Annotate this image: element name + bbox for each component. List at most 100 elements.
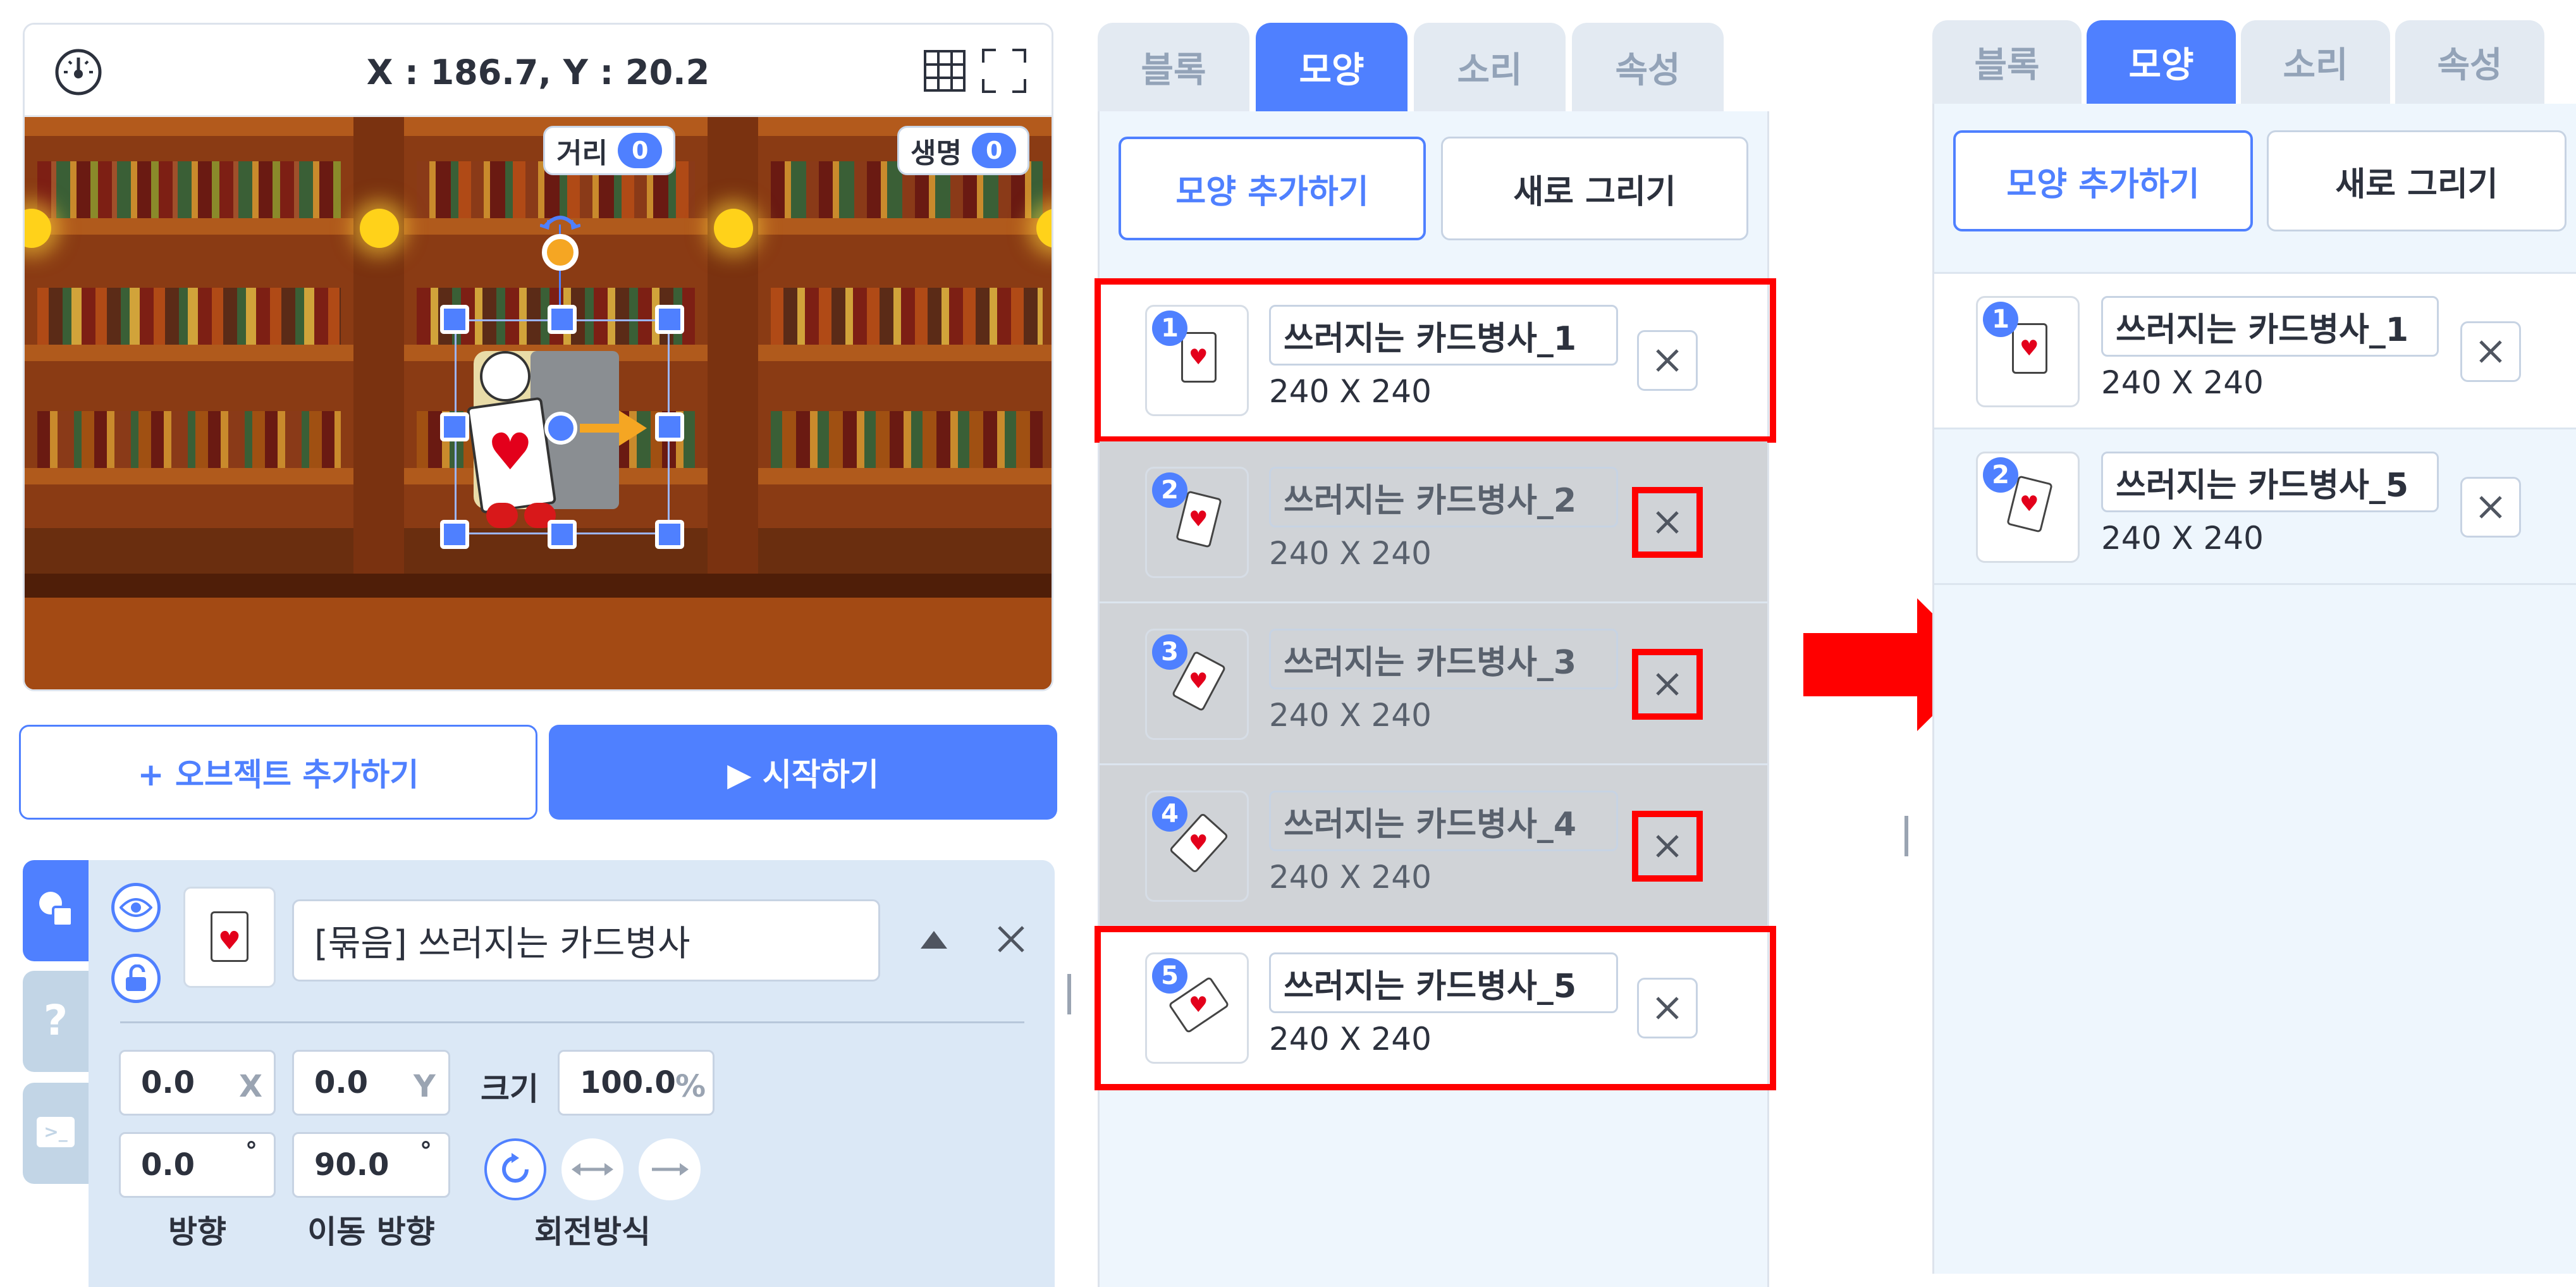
shapes-list-area: 모양 추가하기 새로 그리기 ♥ 1 쓰러지는 카드병사_1 240 X 240 ♥ 2 쓰… <box>1932 104 2576 1274</box>
start-button[interactable]: ▶ 시작하기 <box>549 725 1057 820</box>
shape-dimensions: 240 X 240 <box>2101 364 2264 401</box>
direction-arrow-icon[interactable] <box>580 408 649 448</box>
new-drawing-button[interactable]: 새로 그리기 <box>1441 137 1748 240</box>
stage-toolbar: X : 186.7, Y : 20.2 <box>25 25 1052 117</box>
tab-help[interactable]: ? <box>23 971 89 1072</box>
tab-sounds[interactable]: 소리 <box>2241 20 2390 104</box>
delete-shape-button[interactable] <box>2460 477 2521 538</box>
tab-blocks[interactable]: 블록 <box>1932 20 2082 104</box>
shape-item[interactable]: ♥ 1 쓰러지는 카드병사_1 240 X 240 <box>1934 274 2576 429</box>
y-unit: Y <box>414 1069 436 1104</box>
pillar <box>708 117 758 598</box>
bookshelf <box>25 136 353 528</box>
eye-icon <box>120 898 152 917</box>
shape-number-badge: 1 <box>1983 302 2018 337</box>
new-drawing-button[interactable]: 새로 그리기 <box>2267 130 2567 231</box>
delete-shape-button[interactable] <box>2460 321 2521 382</box>
floor <box>25 598 1052 689</box>
tab-objects[interactable] <box>23 860 89 961</box>
panel-resize-handle[interactable] <box>1904 816 1908 856</box>
shape-dimensions: 240 X 240 <box>2101 520 2264 557</box>
resize-handle[interactable] <box>655 305 684 334</box>
object-panel: ♥ [묶음] 쓰러지는 카드병사 0.0 X 0.0 Y 크기 100.0 % … <box>89 860 1055 1287</box>
tab-console[interactable]: >_ <box>23 1083 89 1184</box>
stage-canvas[interactable]: 거리 0 생명 0 ♥ <box>25 117 1052 689</box>
shapes-list-area: 모양 추가하기 새로 그리기 ♥ 1 쓰러지는 카드병사_1 240 X 240 ♥ 2 쓰… <box>1095 111 1776 1287</box>
resize-handle[interactable] <box>440 305 469 334</box>
add-shape-button[interactable]: 모양 추가하기 <box>1953 130 2253 231</box>
object-name-input[interactable]: [묶음] 쓰러지는 카드병사 <box>292 899 880 982</box>
move-direction-label: 이동 방향 <box>307 1214 435 1250</box>
rotate-free-icon <box>502 1153 529 1183</box>
resize-handle[interactable] <box>655 412 684 441</box>
shape-item[interactable]: ♥ 2 쓰러지는 카드병사_5 240 X 240 <box>1934 429 2576 585</box>
unlock-icon <box>126 964 146 991</box>
x-unit: X <box>239 1069 263 1104</box>
rotation-mode-label: 회전방식 <box>534 1214 651 1250</box>
shape-thumbnail: ♥ 1 <box>1976 296 2080 407</box>
rotate-arrow-icon <box>540 216 580 230</box>
add-object-button[interactable]: + 오브젝트 추가하기 <box>19 725 537 820</box>
close-icon[interactable] <box>995 923 1027 955</box>
degree-unit: ° <box>420 1137 432 1165</box>
center-point[interactable] <box>544 412 577 445</box>
degree-unit: ° <box>245 1137 257 1165</box>
shape-name-input[interactable]: 쓰러지는 카드병사_1 <box>2101 296 2439 357</box>
shape-number-badge: 2 <box>1983 457 2018 493</box>
rotation-mode-horizontal[interactable] <box>561 1138 623 1200</box>
shape-thumbnail: ♥ 2 <box>1976 452 2080 563</box>
highlight-box <box>1632 487 1703 558</box>
shape-name-input[interactable]: 쓰러지는 카드병사_2 <box>1269 467 1618 527</box>
console-icon: >_ <box>37 1117 75 1147</box>
shape-name-input[interactable]: 쓰러지는 카드병사_5 <box>2101 452 2439 512</box>
shape-name-input[interactable]: 쓰러지는 카드병사_4 <box>1269 791 1618 851</box>
grid-icon[interactable] <box>923 49 967 93</box>
lamp <box>360 209 399 248</box>
shape-number-badge: 2 <box>1152 472 1187 508</box>
shape-thumbnail: ♥ 2 <box>1145 467 1249 578</box>
tab-properties[interactable]: 속성 <box>1572 23 1724 111</box>
add-shape-button[interactable]: 모양 추가하기 <box>1119 137 1426 240</box>
lamp <box>714 209 753 248</box>
direction-label: 방향 <box>168 1214 226 1250</box>
tab-shapes[interactable]: 모양 <box>1256 23 1408 111</box>
rotation-mode-none[interactable] <box>639 1138 701 1200</box>
shape-thumbnail: ♥ 4 <box>1145 791 1249 902</box>
panel-resize-handle[interactable] <box>1067 974 1071 1014</box>
mouse-coordinates: X : 186.7, Y : 20.2 <box>366 52 710 92</box>
collapse-up-icon[interactable] <box>918 928 950 951</box>
lock-toggle[interactable] <box>111 954 161 1003</box>
rotation-mode-free[interactable] <box>484 1138 546 1200</box>
size-label: 크기 <box>481 1071 539 1107</box>
tab-properties[interactable]: 속성 <box>2395 20 2544 104</box>
bookshelf <box>758 136 1052 528</box>
resize-handle[interactable] <box>440 520 469 549</box>
resize-handle[interactable] <box>440 412 469 441</box>
visibility-toggle[interactable] <box>111 883 161 932</box>
size-unit: % <box>675 1069 706 1104</box>
arrow-right-icon <box>652 1163 689 1176</box>
object-thumbnail: ♥ <box>183 887 276 988</box>
tab-shapes[interactable]: 모양 <box>2087 20 2236 104</box>
tab-sounds[interactable]: 소리 <box>1414 23 1566 111</box>
resize-handle[interactable] <box>655 520 684 549</box>
close-icon <box>2479 496 2502 519</box>
highlight-box <box>1095 278 1776 443</box>
help-icon: ? <box>43 996 68 1045</box>
highlight-box <box>1632 811 1703 882</box>
shape-name-input[interactable]: 쓰러지는 카드병사_3 <box>1269 629 1618 689</box>
variable-distance: 거리 0 <box>543 126 676 175</box>
shapes-panel-before: 블록 모양 소리 속성 모양 추가하기 새로 그리기 ♥ 1 쓰러지는 카드병사_1… <box>1095 23 1776 1287</box>
stage-panel: X : 186.7, Y : 20.2 거리 0 생명 0 ♥ <box>23 23 1053 691</box>
shape-dimensions: 240 X 240 <box>1269 535 1432 572</box>
resize-handle[interactable] <box>548 520 577 549</box>
variable-life: 생명 0 <box>897 126 1030 175</box>
tab-blocks[interactable]: 블록 <box>1098 23 1249 111</box>
shape-number-badge: 4 <box>1152 796 1187 832</box>
shape-dimensions: 240 X 240 <box>1269 859 1432 896</box>
shapes-panel-after: 블록 모양 소리 속성 모양 추가하기 새로 그리기 ♥ 1 쓰러지는 카드병사_1… <box>1932 20 2576 1287</box>
resize-handle[interactable] <box>548 305 577 334</box>
rotation-handle[interactable] <box>542 234 579 271</box>
shape-thumbnail: ♥ 3 <box>1145 629 1249 740</box>
fullscreen-icon[interactable] <box>981 47 1027 94</box>
